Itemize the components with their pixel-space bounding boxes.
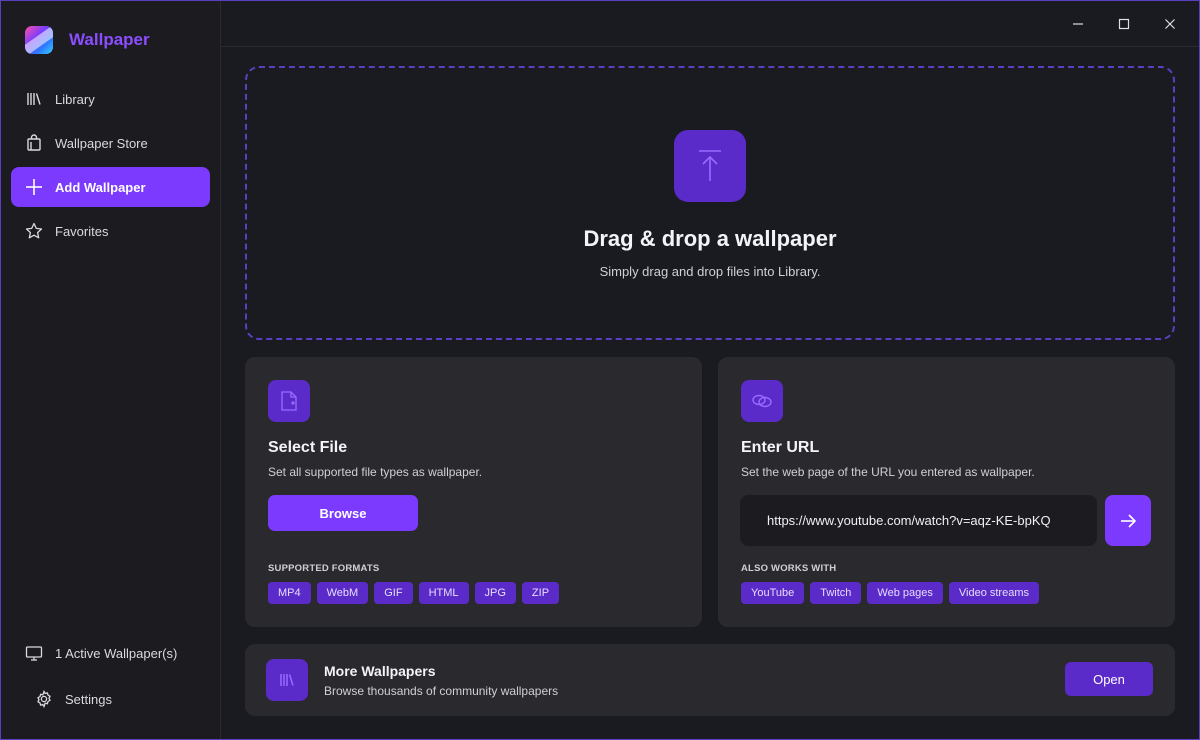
monitor-icon: [25, 644, 43, 662]
source-tag: Video streams: [948, 582, 1039, 604]
format-tag: WebM: [316, 582, 369, 604]
sidebar-footer: 1 Active Wallpaper(s) Settings: [1, 633, 220, 739]
source-tag: Web pages: [867, 582, 943, 604]
main-content: Drag & drop a wallpaper Simply drag and …: [221, 1, 1199, 739]
more-wallpapers-card: More Wallpapers Browse thousands of comm…: [245, 644, 1175, 716]
sidebar: Wallpaper Library Wallpaper Store Add Wa…: [1, 1, 221, 739]
drop-zone-title: Drag & drop a wallpaper: [583, 226, 837, 251]
maximize-button[interactable]: [1101, 6, 1147, 42]
active-wallpapers-label: 1 Active Wallpaper(s): [55, 645, 178, 661]
url-input[interactable]: [740, 495, 1097, 546]
plus-icon: [25, 178, 43, 196]
also-works-with-label: ALSO WORKS WITH: [741, 563, 837, 574]
sidebar-item-label: Wallpaper Store: [55, 135, 148, 151]
arrow-right-icon: [1121, 513, 1136, 528]
more-wallpapers-description: Browse thousands of community wallpapers: [324, 684, 559, 698]
enter-url-title: Enter URL: [741, 439, 820, 456]
title-bar: [221, 1, 1199, 47]
format-tag: ZIP: [521, 582, 560, 604]
enter-url-card: Enter URL Set the web page of the URL yo…: [718, 357, 1175, 627]
format-tags: MP4 WebM GIF HTML JPG ZIP: [268, 582, 560, 604]
enter-url-description: Set the web page of the URL you entered …: [741, 465, 1035, 479]
close-button[interactable]: [1147, 6, 1193, 42]
file-icon: [268, 380, 310, 422]
sidebar-item-favorites[interactable]: Favorites: [11, 211, 210, 251]
drop-zone[interactable]: Drag & drop a wallpaper Simply drag and …: [245, 66, 1175, 340]
open-button[interactable]: Open: [1065, 662, 1153, 696]
source-tag: YouTube: [741, 582, 805, 604]
store-bag-icon: [25, 134, 43, 152]
close-icon: [1165, 18, 1175, 29]
link-icon: [741, 380, 783, 422]
drop-zone-subtitle: Simply drag and drop files into Library.: [599, 264, 821, 279]
format-tag: JPG: [474, 582, 516, 604]
library-icon: [25, 90, 43, 108]
settings-button[interactable]: Settings: [1, 679, 220, 719]
format-tag: HTML: [418, 582, 469, 604]
app-name: Wallpaper: [69, 30, 150, 49]
sidebar-item-add-wallpaper[interactable]: Add Wallpaper: [11, 167, 210, 207]
settings-label: Settings: [65, 691, 112, 707]
format-tag: GIF: [374, 582, 413, 604]
sidebar-item-label: Favorites: [55, 223, 109, 239]
upload-icon: [674, 130, 746, 202]
select-file-description: Set all supported file types as wallpape…: [268, 465, 483, 479]
format-tag: MP4: [268, 582, 311, 604]
app-logo-icon: [25, 26, 53, 54]
select-file-title: Select File: [268, 439, 348, 456]
star-icon: [25, 222, 43, 240]
source-tag: Twitch: [810, 582, 862, 604]
sidebar-item-label: Add Wallpaper: [55, 179, 146, 195]
browse-button[interactable]: Browse: [268, 495, 418, 531]
sidebar-item-library[interactable]: Library: [11, 79, 210, 119]
minimize-button[interactable]: [1055, 6, 1101, 42]
maximize-icon: [1118, 18, 1130, 29]
brand: Wallpaper: [1, 1, 220, 79]
select-file-card: Select File Set all supported file types…: [245, 357, 702, 627]
sidebar-nav: Library Wallpaper Store Add Wallpaper Fa…: [1, 79, 220, 251]
supported-formats-label: SUPPORTED FORMATS: [268, 563, 380, 574]
source-tags: YouTube Twitch Web pages Video streams: [741, 582, 1039, 604]
minimize-icon: [1073, 22, 1083, 25]
sidebar-item-label: Library: [55, 91, 95, 107]
active-wallpapers-status[interactable]: 1 Active Wallpaper(s): [1, 633, 220, 673]
submit-url-button[interactable]: [1105, 495, 1151, 546]
library-icon: [266, 659, 308, 701]
sidebar-item-wallpaper-store[interactable]: Wallpaper Store: [11, 123, 210, 163]
app-window: Wallpaper Library Wallpaper Store Add Wa…: [0, 0, 1200, 740]
more-wallpapers-title: More Wallpapers: [324, 663, 436, 679]
gear-icon: [35, 690, 53, 708]
